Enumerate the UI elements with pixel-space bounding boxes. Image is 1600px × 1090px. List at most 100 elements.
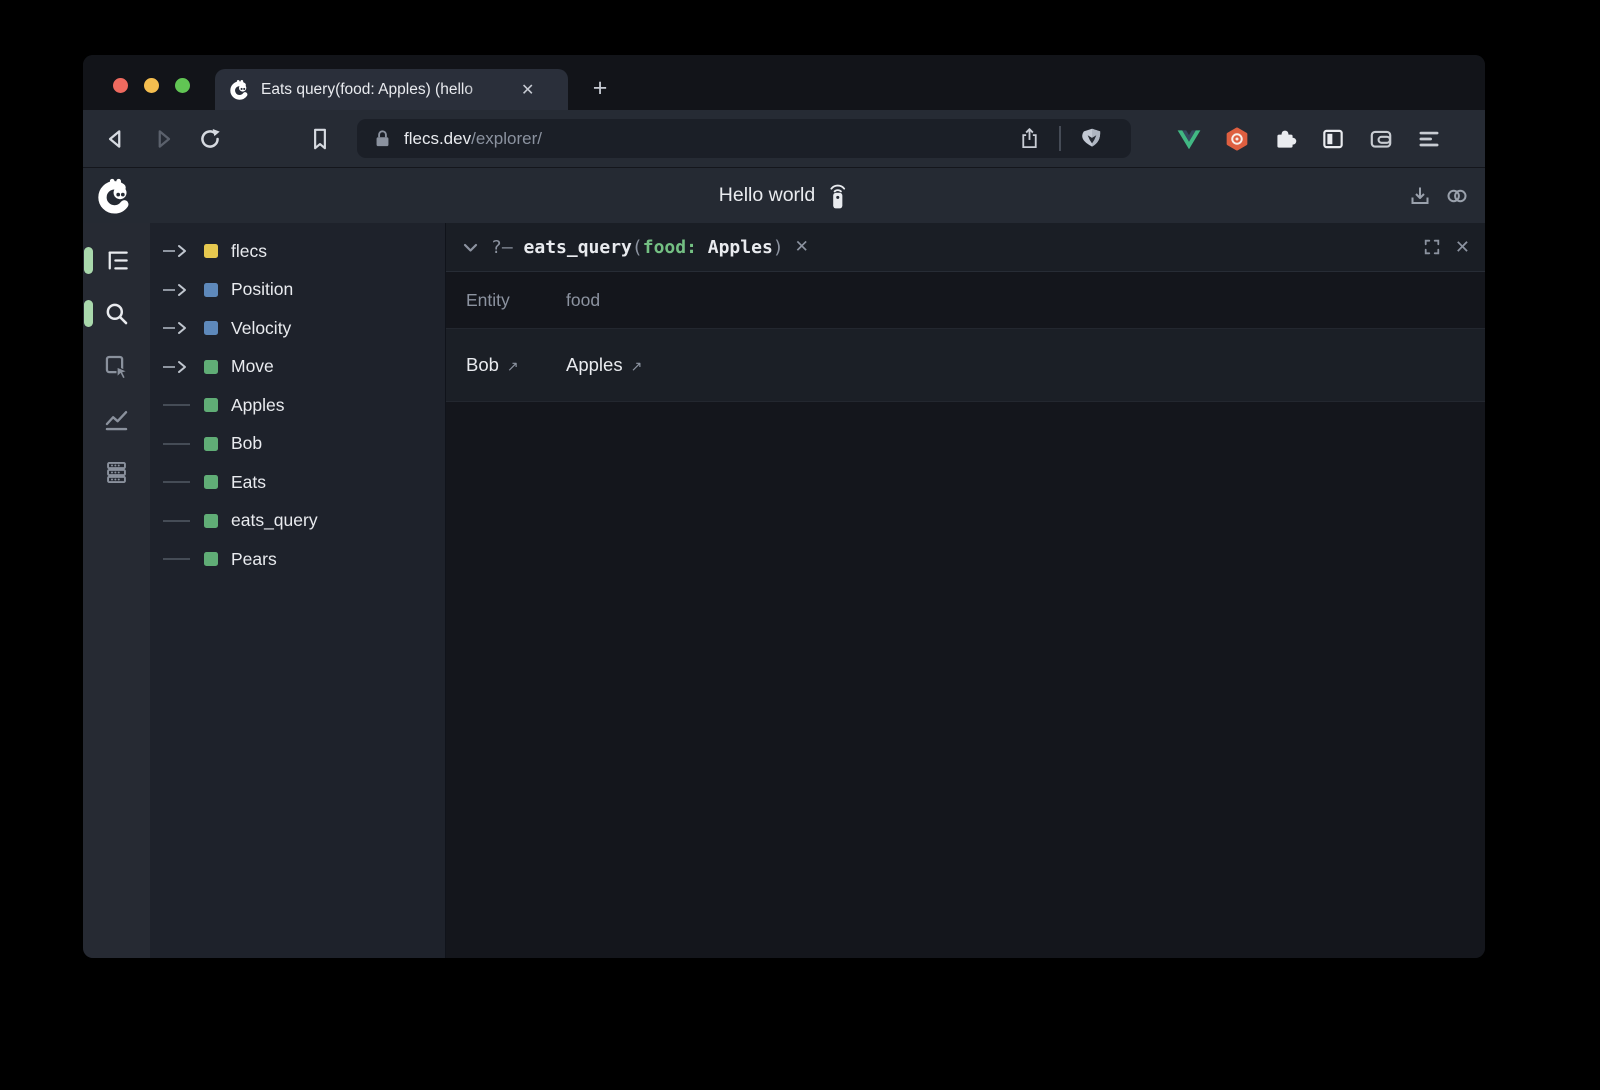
browser-toolbar: flecs.dev/explorer/ [83,110,1485,167]
query-header: ?– eats_query(food: Apples) ✕ ✕ [446,223,1485,272]
tab-title: Eats query(food: Apples) (hello [261,81,513,99]
window-minimize-button[interactable] [144,78,159,93]
share-icon[interactable] [1018,126,1041,151]
tree-item-label: Move [231,356,274,377]
query-prompt: ?– [491,237,524,258]
tree-item[interactable]: flecs [150,232,445,271]
tree-item[interactable]: Apples [150,386,445,425]
app-header: Hello world [83,167,1485,223]
query-clear-icon[interactable]: ✕ [795,237,809,257]
active-indicator-pill [84,300,93,327]
window-zoom-button[interactable] [175,78,190,93]
app-content: flecs Position Velocity Move Apples [83,223,1485,958]
tree-item[interactable]: Eats [150,463,445,502]
flecs-favicon-icon [229,79,250,100]
expand-arrow-icon[interactable] [163,283,204,297]
tree-branch-dash [163,404,204,406]
tree-item-label: Position [231,279,293,300]
tab-close-icon[interactable]: ✕ [521,80,534,100]
tree-item[interactable]: Velocity [150,309,445,348]
vue-devtools-icon[interactable] [1176,126,1202,152]
browser-menu-icon[interactable] [1416,126,1442,152]
query-param: food: [643,237,697,258]
tree-item[interactable]: Position [150,271,445,310]
back-button[interactable] [103,126,129,152]
entity-tag-swatch [204,552,218,566]
expand-arrow-icon[interactable] [163,321,204,335]
panel-close-icon[interactable]: ✕ [1455,237,1470,258]
flecs-logo-icon[interactable] [96,177,133,214]
query-name: eats_query [524,237,632,258]
tree-item-label: Velocity [231,318,291,339]
new-tab-button[interactable]: + [586,75,614,103]
tree-item-label: Pears [231,549,277,570]
remote-connection-icon[interactable] [827,182,849,210]
query-panel: ?– eats_query(food: Apples) ✕ ✕ Entity f… [445,223,1485,958]
entity-tag-swatch [204,283,218,297]
tree-view-icon[interactable] [103,247,130,274]
url-domain: flecs.dev [404,129,471,148]
entity-tag-swatch [204,398,218,412]
forward-button[interactable] [150,126,176,152]
address-bar[interactable]: flecs.dev/explorer/ [357,119,1131,158]
chevron-down-icon[interactable] [461,238,480,257]
tree-item-label: Bob [231,433,262,454]
entity-tag-swatch [204,360,218,374]
toolbar-separator [1059,126,1061,151]
tree-item[interactable]: eats_query [150,502,445,541]
lock-icon [374,129,391,148]
window-close-button[interactable] [113,78,128,93]
bookmark-button[interactable] [307,126,333,152]
result-table-header: Entity food [446,272,1485,329]
result-table-row[interactable]: Bob ↗ Apples ↗ [446,329,1485,402]
url-path: /explorer/ [471,129,542,148]
tree-branch-dash [163,520,204,522]
column-header-food: food [566,290,600,311]
tree-item-label: Apples [231,395,285,416]
entity-tree-panel: flecs Position Velocity Move Apples [150,223,445,958]
tree-branch-dash [163,481,204,483]
food-cell[interactable]: Apples [566,354,623,376]
tree-item[interactable]: Move [150,348,445,387]
fullscreen-icon[interactable] [1423,238,1441,256]
extension-hexagon-icon[interactable] [1224,126,1250,152]
tree-item-label: Eats [231,472,266,493]
reload-button[interactable] [197,126,223,152]
expand-arrow-icon[interactable] [163,360,204,374]
tables-icon[interactable] [103,459,130,486]
tree-item[interactable]: Bob [150,425,445,464]
tree-branch-dash [163,558,204,560]
entity-tag-swatch [204,475,218,489]
inspect-icon[interactable] [103,353,130,380]
entity-cell[interactable]: Bob [466,354,499,376]
tree-branch-dash [163,443,204,445]
query-arg: Apples [697,237,773,258]
page-title: Hello world [719,184,815,207]
tree-item[interactable]: Pears [150,540,445,579]
extensions-puzzle-icon[interactable] [1272,126,1298,152]
browser-tab[interactable]: Eats query(food: Apples) (hello ✕ [215,69,568,110]
icon-rail [83,223,150,958]
download-button[interactable] [1408,184,1432,208]
open-entity-arrow-icon[interactable]: ↗ [631,358,643,375]
tree-item-label: flecs [231,241,267,262]
traffic-lights [113,78,190,93]
tab-strip: Eats query(food: Apples) (hello ✕ + [83,55,1485,110]
tree-item-label: eats_query [231,510,318,531]
browser-window: Eats query(food: Apples) (hello ✕ + flec… [83,55,1485,958]
link-button[interactable] [1445,184,1469,208]
entity-tag-swatch [204,244,218,258]
stats-chart-icon[interactable] [103,406,130,433]
brave-shield-icon[interactable] [1079,126,1105,152]
active-indicator-pill [84,247,93,274]
sidebar-toggle-icon[interactable] [1320,126,1346,152]
search-icon[interactable] [103,300,130,327]
entity-tag-swatch [204,437,218,451]
entity-tag-swatch [204,321,218,335]
entity-tag-swatch [204,514,218,528]
query-expression: ?– eats_query(food: Apples) [491,237,784,258]
expand-arrow-icon[interactable] [163,244,204,258]
wallet-icon[interactable] [1368,126,1394,152]
open-entity-arrow-icon[interactable]: ↗ [507,358,519,375]
column-header-entity: Entity [446,290,566,311]
